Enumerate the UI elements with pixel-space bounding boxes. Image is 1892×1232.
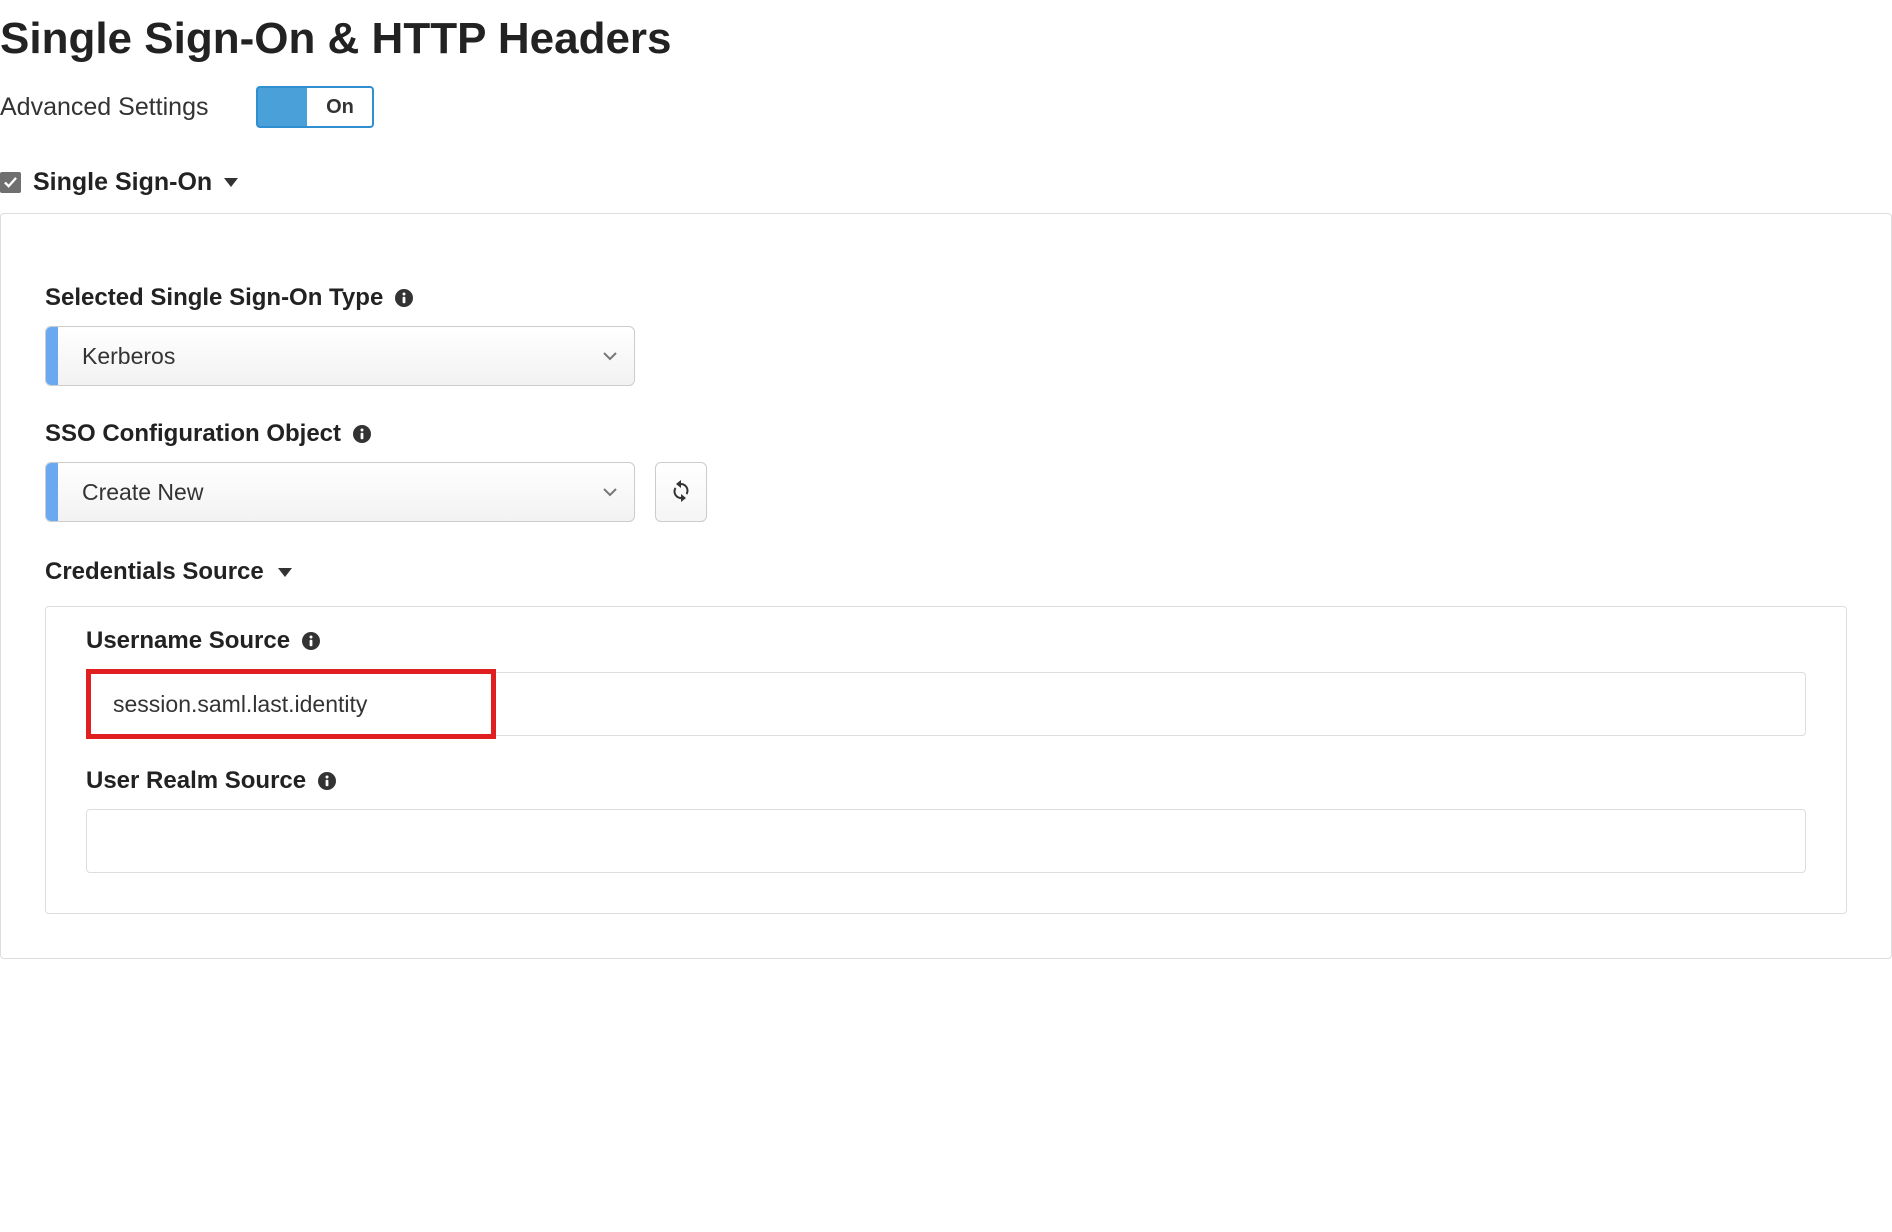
info-icon[interactable] [302,632,320,650]
username-source-input[interactable]: session.saml.last.identity [86,669,496,739]
caret-down-icon[interactable] [224,178,238,187]
info-icon[interactable] [395,289,413,307]
sso-type-row: Selected Single Sign-On Type Kerberos [45,284,1847,386]
chevron-down-icon [586,463,634,521]
sso-type-value: Kerberos [58,327,586,385]
advanced-settings-label: Advanced Settings [0,93,208,122]
sso-panel: Selected Single Sign-On Type Kerberos SS… [0,213,1892,959]
sso-section-header: Single Sign-On [0,168,1892,213]
info-icon[interactable] [318,772,336,790]
credentials-panel: Username Source session.saml.last.identi… [45,606,1847,914]
caret-down-icon[interactable] [278,568,292,577]
chevron-down-icon [586,327,634,385]
advanced-settings-row: Advanced Settings On [0,80,1892,168]
sso-section-title: Single Sign-On [33,168,212,197]
advanced-settings-toggle[interactable]: On [256,86,374,128]
user-realm-source-input[interactable] [86,809,1806,873]
sso-config-row: SSO Configuration Object Create New [45,420,1847,522]
sso-config-value: Create New [58,463,586,521]
sso-config-label: SSO Configuration Object [45,420,341,448]
page-title: Single Sign-On & HTTP Headers [0,0,1892,80]
sso-type-select[interactable]: Kerberos [45,326,635,386]
sso-type-label: Selected Single Sign-On Type [45,284,383,312]
refresh-button[interactable] [655,462,707,522]
credentials-header: Credentials Source [45,558,1847,586]
username-source-row: Username Source session.saml.last.identi… [86,627,1806,739]
refresh-icon [669,478,693,507]
sso-checkbox[interactable] [0,172,21,193]
info-icon[interactable] [353,425,371,443]
username-source-label: Username Source [86,627,290,655]
user-realm-source-label: User Realm Source [86,767,306,795]
sso-config-select[interactable]: Create New [45,462,635,522]
toggle-on-label: On [307,88,372,126]
user-realm-source-row: User Realm Source [86,767,1806,873]
credentials-title: Credentials Source [45,558,264,586]
